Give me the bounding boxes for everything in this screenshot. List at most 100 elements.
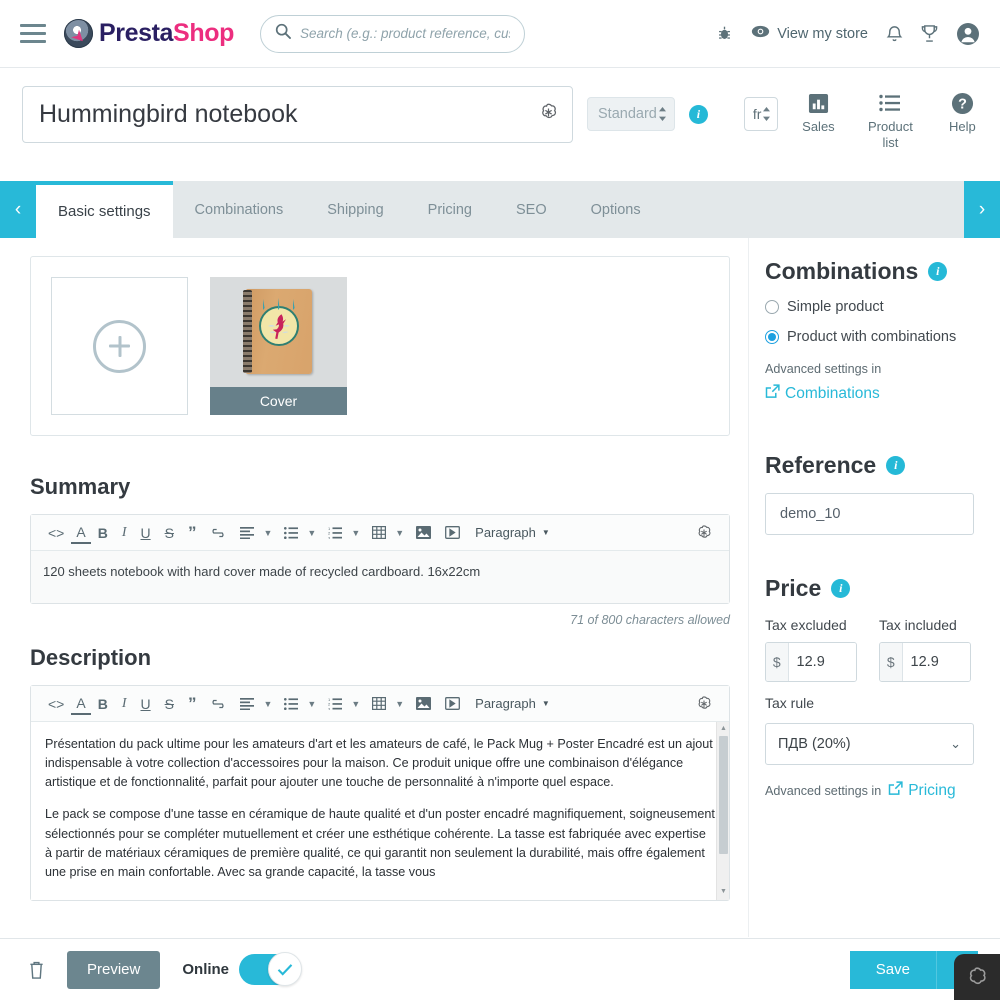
image-icon[interactable] xyxy=(409,515,438,550)
tabs-prev-arrow[interactable]: ‹ xyxy=(0,181,36,238)
global-search-box[interactable] xyxy=(259,14,525,53)
bell-icon[interactable] xyxy=(886,24,903,43)
language-select[interactable]: fr xyxy=(743,97,779,131)
product-name-input[interactable] xyxy=(22,86,573,143)
combinations-link[interactable]: Combinations xyxy=(765,384,880,404)
view-my-store-link[interactable]: View my store xyxy=(751,24,868,43)
table-dropdown-caret-icon[interactable]: ▼ xyxy=(393,515,409,550)
align-dropdown-caret-icon[interactable]: ▼ xyxy=(261,686,277,721)
price-fields-group: Tax excluded $ Tax included $ xyxy=(765,616,974,682)
prestashop-logo[interactable]: PrestaShop xyxy=(64,19,234,48)
product-type-info-icon[interactable]: i xyxy=(688,105,708,124)
italic-icon[interactable]: I xyxy=(115,686,134,721)
product-list-button[interactable]: Product list xyxy=(864,90,916,150)
search-input[interactable] xyxy=(299,26,510,41)
bold-icon[interactable]: B xyxy=(91,515,115,550)
ai-assistant-icon[interactable] xyxy=(695,524,719,542)
paragraph-format-dropdown[interactable]: Paragraph ▼ xyxy=(467,525,558,540)
radio-simple-product[interactable]: Simple product xyxy=(765,299,974,315)
tax-excluded-input[interactable] xyxy=(788,642,856,681)
link-icon[interactable] xyxy=(203,515,233,550)
tab-options[interactable]: Options xyxy=(569,181,663,238)
notebook-spiral xyxy=(242,290,252,373)
numbered-list-dropdown-caret-icon[interactable]: ▼ xyxy=(349,686,365,721)
tab-shipping[interactable]: Shipping xyxy=(305,181,405,238)
combinations-link-label: Combinations xyxy=(785,385,880,402)
bullet-list-dropdown-caret-icon[interactable]: ▼ xyxy=(305,686,321,721)
pricing-link[interactable]: Pricing xyxy=(888,781,956,801)
tab-seo[interactable]: SEO xyxy=(494,181,569,238)
reference-info-icon[interactable]: i xyxy=(886,456,906,475)
tax-included-input[interactable] xyxy=(902,642,970,681)
video-icon[interactable] xyxy=(438,686,467,721)
video-icon[interactable] xyxy=(438,515,467,550)
bullet-list-dropdown-caret-icon[interactable]: ▼ xyxy=(305,515,321,550)
hamburger-icon[interactable] xyxy=(20,24,46,43)
text-color-icon[interactable]: A xyxy=(71,693,91,715)
numbered-list-icon[interactable]: 123 xyxy=(321,686,349,721)
bug-icon[interactable] xyxy=(716,25,733,42)
reference-input[interactable] xyxy=(765,493,974,535)
chevron-down-icon: ⌄ xyxy=(950,735,961,751)
pricing-link-label: Pricing xyxy=(908,781,956,799)
radio-product-with-combinations-control[interactable] xyxy=(765,330,779,344)
align-dropdown-caret-icon[interactable]: ▼ xyxy=(261,515,277,550)
link-icon[interactable] xyxy=(203,686,233,721)
summary-editor-toolbar: <> A B I U S ” ▼ ▼ 123 ▼ ▼ Paragraph ▼ xyxy=(31,515,729,551)
product-image-thumbnail[interactable]: Cover xyxy=(210,277,347,415)
numbered-list-dropdown-caret-icon[interactable]: ▼ xyxy=(349,515,365,550)
scrollbar-thumb[interactable] xyxy=(719,736,728,854)
save-button[interactable]: Save xyxy=(849,950,936,989)
add-image-tile[interactable] xyxy=(51,277,188,415)
trash-icon[interactable] xyxy=(22,960,51,980)
tab-basic-settings[interactable]: Basic settings xyxy=(36,181,173,238)
tax-rule-select[interactable]: ПДВ (20%) ⌄ xyxy=(765,722,974,765)
description-scrollbar[interactable]: ▲ ▼ xyxy=(716,722,729,900)
table-icon[interactable] xyxy=(365,686,393,721)
bold-icon[interactable]: B xyxy=(91,686,115,721)
numbered-list-icon[interactable]: 123 xyxy=(321,515,349,550)
preview-button[interactable]: Preview xyxy=(67,950,161,989)
text-color-icon[interactable]: A xyxy=(71,522,91,544)
align-left-icon[interactable] xyxy=(233,686,261,721)
chat-widget-icon[interactable] xyxy=(954,954,1000,1000)
tabs-next-arrow[interactable]: › xyxy=(964,181,1000,238)
quote-icon[interactable]: ” xyxy=(181,515,204,550)
table-icon[interactable] xyxy=(365,515,393,550)
ai-assistant-icon[interactable] xyxy=(538,102,559,128)
ai-assistant-icon[interactable] xyxy=(695,695,719,713)
radio-simple-product-control[interactable] xyxy=(765,300,779,314)
tax-excluded-field[interactable]: $ xyxy=(765,641,857,682)
italic-icon[interactable]: I xyxy=(115,515,134,550)
online-toggle[interactable] xyxy=(239,952,303,986)
combinations-info-icon[interactable]: i xyxy=(928,262,948,281)
scrollbar-down-arrow-icon[interactable]: ▼ xyxy=(720,887,727,898)
summary-content[interactable]: 120 sheets notebook with hard cover made… xyxy=(31,551,729,603)
scrollbar-up-arrow-icon[interactable]: ▲ xyxy=(720,724,727,735)
user-avatar-icon[interactable] xyxy=(956,22,980,46)
currency-symbol: $ xyxy=(880,642,903,681)
radio-product-with-combinations[interactable]: Product with combinations xyxy=(765,329,974,345)
source-code-icon[interactable]: <> xyxy=(41,515,71,550)
quote-icon[interactable]: ” xyxy=(181,686,204,721)
trophy-icon[interactable] xyxy=(921,24,938,43)
underline-icon[interactable]: U xyxy=(134,686,158,721)
description-content[interactable]: Présentation du pack ultime pour les ama… xyxy=(31,722,729,900)
underline-icon[interactable]: U xyxy=(134,515,158,550)
strikethrough-icon[interactable]: S xyxy=(158,515,181,550)
bullet-list-icon[interactable] xyxy=(277,515,305,550)
source-code-icon[interactable]: <> xyxy=(41,686,71,721)
help-button[interactable]: ? Help xyxy=(936,90,988,150)
sales-button[interactable]: Sales xyxy=(792,90,844,150)
tab-combinations[interactable]: Combinations xyxy=(173,181,306,238)
strikethrough-icon[interactable]: S xyxy=(158,686,181,721)
price-info-icon[interactable]: i xyxy=(831,579,851,598)
bullet-list-icon[interactable] xyxy=(277,686,305,721)
product-type-select[interactable]: Standard xyxy=(587,97,675,131)
tax-included-field[interactable]: $ xyxy=(879,641,971,682)
image-icon[interactable] xyxy=(409,686,438,721)
table-dropdown-caret-icon[interactable]: ▼ xyxy=(393,686,409,721)
align-left-icon[interactable] xyxy=(233,515,261,550)
paragraph-format-dropdown[interactable]: Paragraph ▼ xyxy=(467,696,558,711)
tab-pricing[interactable]: Pricing xyxy=(406,181,494,238)
